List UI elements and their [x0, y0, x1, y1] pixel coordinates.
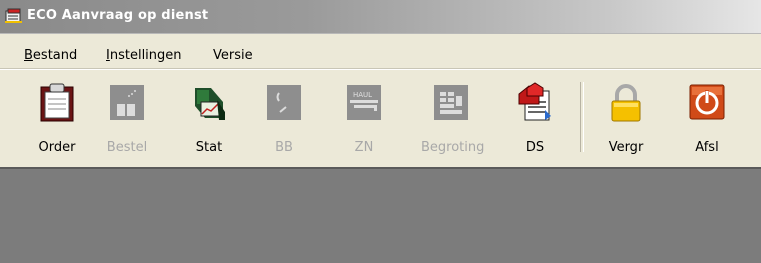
- begroting-button[interactable]: Begroting: [421, 82, 485, 160]
- workspace-area: [0, 167, 761, 263]
- afsl-button-label: Afsl: [695, 140, 719, 155]
- application-window: ECO Aanvraag op dienst Bestand Instellin…: [0, 0, 761, 263]
- menu-versie[interactable]: Versie: [213, 48, 253, 63]
- order-button-label: Order: [38, 140, 76, 155]
- menu-instellingen[interactable]: Instellingen: [106, 48, 182, 63]
- ds-button[interactable]: DS: [505, 82, 565, 160]
- vergr-button-label: Vergr: [608, 140, 644, 155]
- order-button[interactable]: Order: [27, 82, 87, 160]
- clipboard-icon: [40, 83, 74, 122]
- haul-icon: HAUL: [347, 85, 381, 120]
- budget-icon: [434, 85, 468, 120]
- power-icon: [689, 84, 725, 120]
- bestel-button-label: Bestel: [106, 140, 148, 155]
- document-icon: [518, 82, 551, 121]
- bb-icon: [267, 85, 301, 120]
- bb-button[interactable]: BB: [254, 82, 314, 160]
- toolbar: Order Bestel Stat BB HAUL ZN Begroting D…: [0, 69, 761, 167]
- menu-bestand-mnemonic: B: [24, 48, 33, 63]
- ds-button-label: DS: [525, 140, 545, 155]
- menu-instellingen-label: nstellingen: [109, 48, 182, 63]
- title-bar[interactable]: ECO Aanvraag op dienst: [0, 0, 761, 34]
- svg-text:HAUL: HAUL: [353, 91, 372, 99]
- chart-icon: [195, 88, 225, 120]
- bb-button-label: BB: [275, 140, 293, 155]
- menu-bar: Bestand Instellingen Versie: [0, 42, 761, 69]
- menu-bestand-label: estand: [32, 48, 78, 63]
- stat-button[interactable]: Stat: [179, 82, 239, 160]
- afsl-button[interactable]: Afsl: [677, 82, 737, 160]
- vergr-button[interactable]: Vergr: [596, 82, 656, 160]
- begroting-button-label: Begroting: [421, 140, 485, 155]
- lock-icon: [611, 84, 641, 122]
- app-icon: [5, 8, 22, 23]
- zn-button[interactable]: HAUL ZN: [334, 82, 394, 160]
- window-title: ECO Aanvraag op dienst: [27, 8, 209, 23]
- toolbar-separator: [580, 82, 584, 152]
- order-icon: [110, 85, 144, 120]
- menu-versie-label: Versie: [213, 48, 253, 63]
- zn-button-label: ZN: [354, 140, 374, 155]
- bestel-button[interactable]: Bestel: [97, 82, 157, 160]
- menu-bestand[interactable]: Bestand: [24, 48, 77, 63]
- stat-button-label: Stat: [195, 140, 223, 155]
